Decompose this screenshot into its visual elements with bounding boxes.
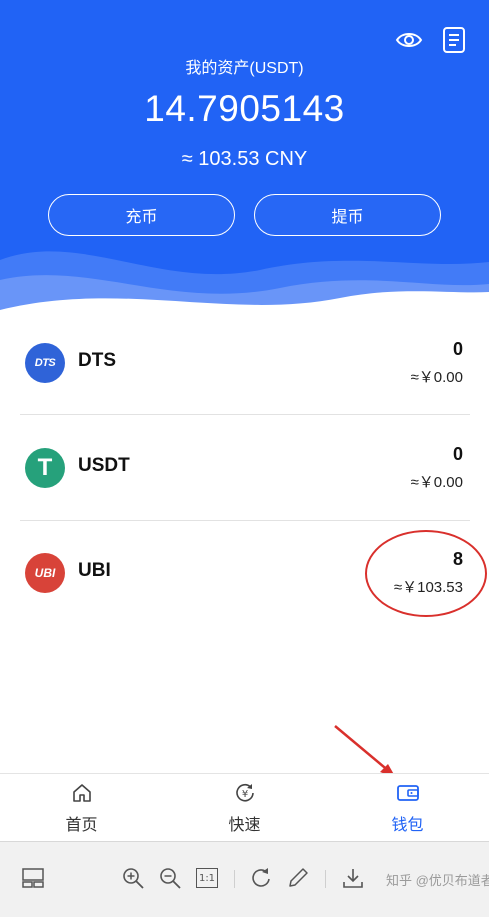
dts-logo-icon: DTS [25, 343, 65, 383]
document-icon[interactable] [440, 26, 468, 54]
coin-quantity: 0 [452, 444, 463, 464]
coin-value: ≈￥0.00 [410, 474, 463, 491]
total-asset-amount: 14.7905143 [144, 88, 345, 129]
edit-icon[interactable] [285, 865, 311, 891]
ubi-logo-icon: UBI [25, 553, 65, 593]
rotate-icon[interactable] [248, 865, 274, 891]
wallet-icon [396, 781, 420, 805]
eye-icon[interactable] [395, 26, 423, 54]
download-icon[interactable] [340, 865, 366, 891]
thumbnail-icon[interactable] [20, 865, 46, 891]
list-item[interactable]: DTS DTS 0 ≈￥0.00 [0, 310, 489, 415]
tab-wallet[interactable]: 钱包 [326, 774, 489, 842]
actual-size-label: 1:1 [196, 868, 218, 888]
home-icon [70, 781, 94, 805]
deposit-button[interactable]: 充币 [48, 194, 235, 236]
coin-value: ≈￥0.00 [410, 369, 463, 386]
coin-symbol: UBI [78, 560, 111, 581]
toolbar-separator [325, 870, 326, 888]
coin-quantity: 0 [452, 339, 463, 359]
cny-equivalent: ≈ 103.53 CNY [181, 148, 308, 170]
list-item[interactable]: T USDT 0 ≈￥0.00 [0, 415, 489, 520]
image-viewer-toolbar: 1:1 知乎 @优贝布道者 [0, 841, 489, 917]
asset-title: 我的资产(USDT) [185, 60, 304, 77]
coin-symbol: USDT [78, 455, 130, 476]
svg-text:¥: ¥ [241, 789, 247, 800]
tab-label: 钱包 [391, 817, 424, 834]
bottom-tab-bar: 首页 ¥ 快速 钱包 [0, 773, 489, 841]
tether-logo-icon: T [25, 448, 65, 488]
asset-header: 我的资产(USDT) 14.7905143 ≈ 103.53 CNY 充币 提币 [0, 0, 489, 310]
header-wave [0, 251, 489, 310]
tab-label: 首页 [65, 817, 98, 834]
tab-quick[interactable]: ¥ 快速 [163, 774, 326, 842]
withdraw-button[interactable]: 提币 [254, 194, 441, 236]
tab-label: 快速 [228, 817, 261, 834]
zoom-in-icon[interactable] [120, 865, 146, 891]
yuan-exchange-icon: ¥ [233, 781, 257, 805]
zoom-out-icon[interactable] [157, 865, 183, 891]
tab-home[interactable]: 首页 [0, 774, 163, 842]
watermark-text: 知乎 @优贝布道者 [386, 873, 489, 888]
toolbar-separator [234, 870, 235, 888]
actual-size-icon[interactable]: 1:1 [194, 865, 220, 891]
coin-symbol: DTS [78, 350, 116, 371]
highlight-circle [365, 530, 487, 617]
